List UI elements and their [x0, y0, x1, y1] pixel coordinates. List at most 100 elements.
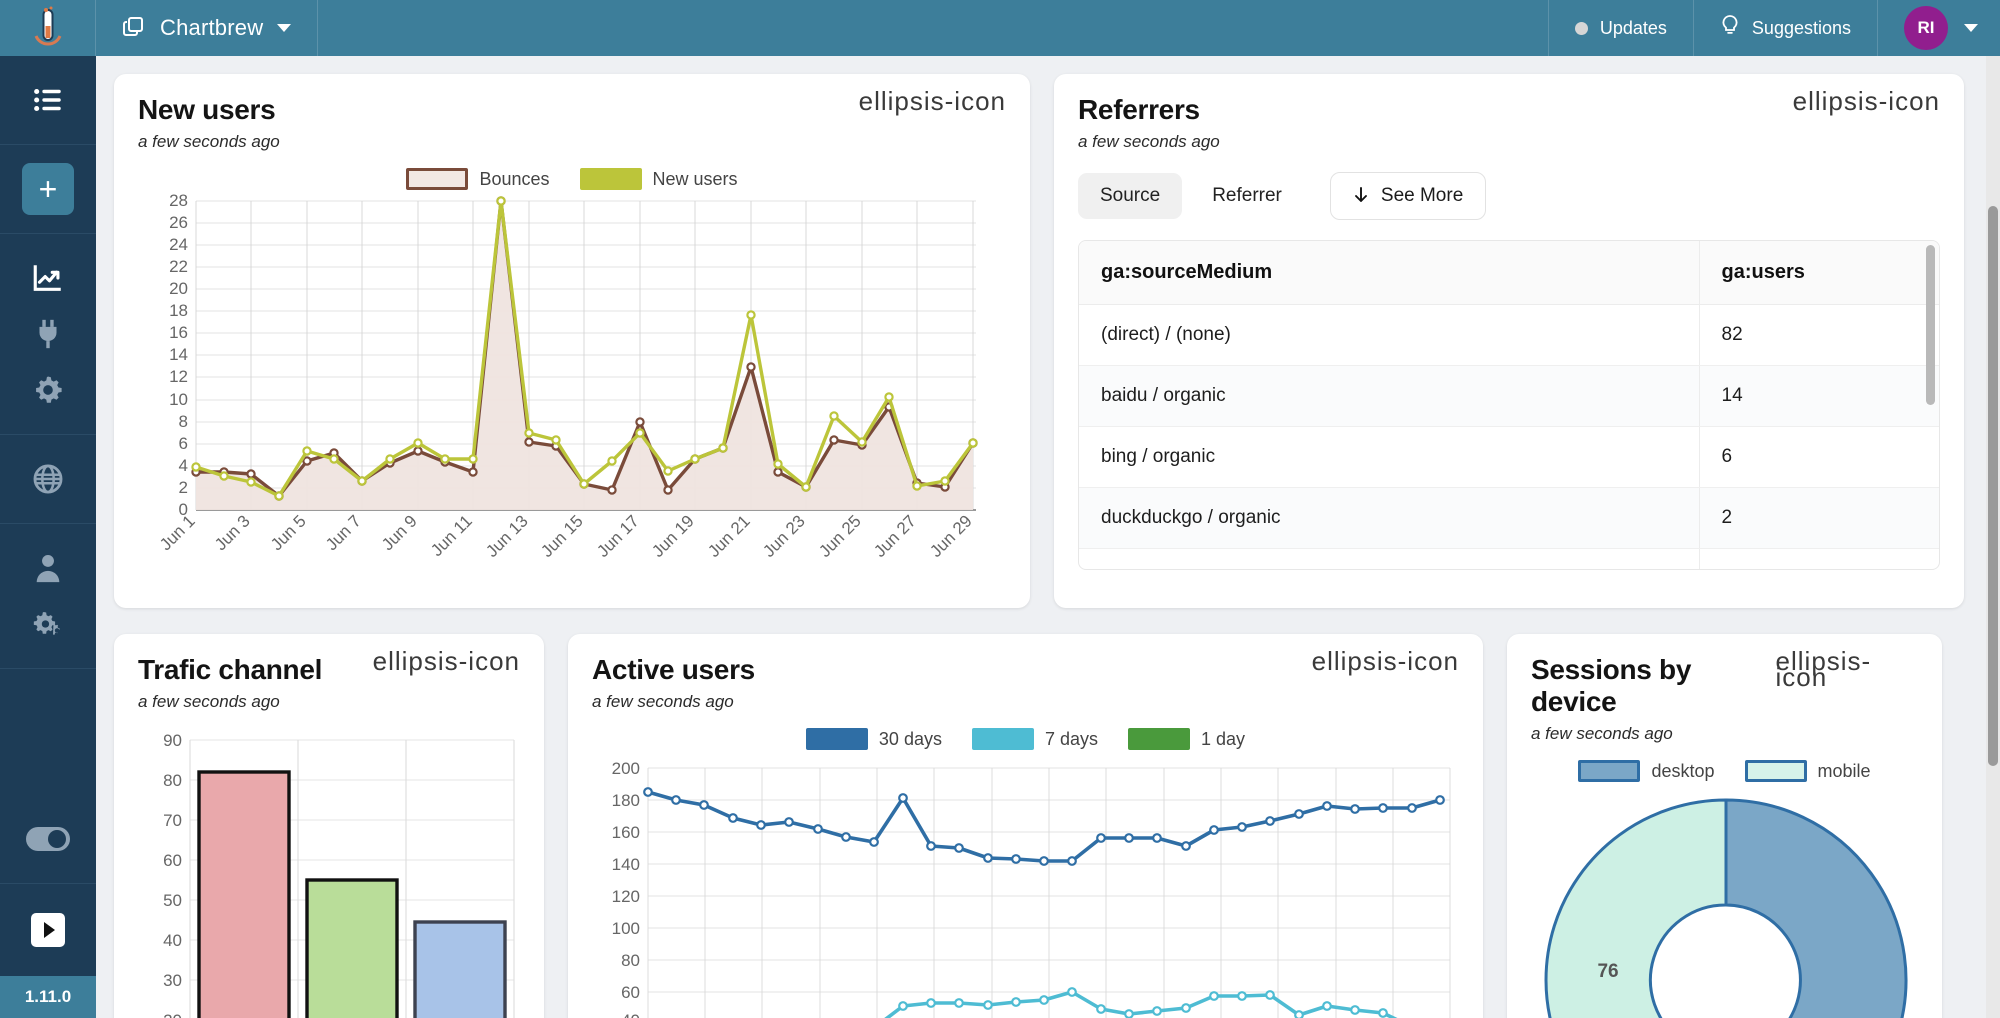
cell-source: bing / organic	[1079, 426, 1699, 488]
legend-item-30-days[interactable]: 30 days	[805, 728, 942, 750]
sidebar-item-team-settings[interactable]	[0, 596, 96, 652]
sessions-by-device-donut-chart: 76 113	[1544, 798, 1908, 1018]
see-more-button[interactable]: See More	[1329, 172, 1487, 220]
sidebar-item-team-members[interactable]	[0, 540, 96, 596]
sidebar-item-expand[interactable]	[0, 902, 96, 958]
updates-button[interactable]: Updates	[1547, 0, 1693, 56]
svg-text:26: 26	[169, 213, 188, 232]
table-row[interactable]: facebook.com / referral 1	[1079, 548, 1939, 569]
svg-text:Jun 27: Jun 27	[870, 511, 920, 561]
chartbrew-logo[interactable]	[0, 0, 96, 56]
plus-icon[interactable]: +	[22, 163, 74, 215]
svg-text:Jun 21: Jun 21	[704, 511, 754, 561]
ellipsis-icon[interactable]: ellipsis-icon	[1793, 88, 1940, 113]
sidebar-group-create: +	[0, 145, 96, 234]
column-header-users[interactable]: ga:users	[1698, 241, 1939, 305]
svg-text:100: 100	[612, 919, 640, 938]
sidebar-group-project	[0, 234, 96, 435]
table-row[interactable]: duckduckgo / organic 2	[1079, 487, 1939, 549]
svg-text:10: 10	[169, 390, 188, 409]
user-menu[interactable]: RI	[1877, 0, 2000, 56]
svg-text:Jun 11: Jun 11	[427, 511, 476, 560]
sidebar-item-public-dashboard[interactable]	[0, 451, 96, 507]
svg-text:Jun 5: Jun 5	[267, 511, 310, 554]
donut-value-mobile: 76	[1597, 961, 1618, 982]
legend-item-desktop[interactable]: desktop	[1578, 760, 1715, 782]
legend-item-new-users[interactable]: New users	[579, 168, 738, 190]
legend-swatch	[805, 728, 868, 750]
svg-text:2: 2	[179, 478, 188, 497]
legend-swatch	[406, 168, 469, 190]
svg-text:Jun 25: Jun 25	[815, 511, 865, 561]
svg-text:Jun 17: Jun 17	[593, 511, 643, 561]
arrow-down-icon	[1354, 187, 1367, 202]
toggle-icon	[26, 827, 70, 851]
legend-swatch	[579, 168, 642, 190]
suggestions-label: Suggestions	[1751, 17, 1851, 38]
legend-swatch	[1578, 760, 1641, 782]
plug-icon	[39, 319, 57, 349]
tab-referrer[interactable]: Referrer	[1190, 173, 1304, 219]
cell-users: 14	[1698, 365, 1939, 427]
svg-text:6: 6	[179, 434, 188, 453]
legend-item-1-day[interactable]: 1 day	[1128, 728, 1245, 750]
card-header: Trafic channel a few seconds ago ellipsi…	[138, 648, 520, 712]
svg-text:22: 22	[169, 257, 188, 276]
ellipsis-icon[interactable]: ellipsis-icon	[373, 648, 520, 673]
chevron-down-icon[interactable]	[1964, 24, 1978, 32]
svg-text:20: 20	[169, 279, 188, 298]
table-row[interactable]: (direct) / (none) 82	[1079, 304, 1939, 366]
sidebar-item-charts[interactable]	[0, 250, 96, 306]
chart-legend: desktop mobile	[1531, 760, 1918, 782]
table-row[interactable]: bing / organic 6	[1079, 426, 1939, 488]
card-title: Referrers	[1078, 94, 1200, 125]
svg-text:120: 120	[612, 887, 640, 906]
svg-text:50: 50	[163, 891, 182, 910]
new-users-line-chart: 28 26 24 22 20 18 16 14 12 10 8 6 4 2 0	[156, 191, 978, 561]
gears-icon	[33, 611, 60, 635]
cell-users: 82	[1698, 304, 1939, 366]
ellipsis-icon[interactable]: ellipsis-icon	[859, 88, 1006, 113]
sidebar-item-dashboards[interactable]	[0, 72, 96, 128]
app-version: 1.11.0	[0, 976, 96, 1018]
sidebar-item-connections[interactable]	[0, 306, 96, 362]
legend-item-7-days[interactable]: 7 days	[971, 728, 1098, 750]
avatar[interactable]: RI	[1904, 6, 1948, 50]
sidebar-item-project-settings[interactable]	[0, 362, 96, 418]
page-scrollbar[interactable]	[1986, 56, 2000, 1018]
svg-text:28: 28	[169, 191, 188, 210]
svg-text:80: 80	[163, 771, 182, 790]
cell-source: duckduckgo / organic	[1079, 487, 1699, 549]
see-more-label: See More	[1380, 185, 1464, 206]
lightbulb-icon	[1720, 14, 1740, 43]
legend-label: Bounces	[479, 168, 550, 189]
chevron-down-icon[interactable]	[277, 24, 292, 32]
card-title: New users	[138, 94, 276, 125]
legend-item-mobile[interactable]: mobile	[1744, 760, 1871, 782]
svg-text:140: 140	[612, 855, 640, 874]
sidebar-item-create-new[interactable]: +	[0, 161, 96, 217]
ellipsis-icon[interactable]: ellipsis-icon	[1776, 648, 1918, 690]
card-referrers: Referrers a few seconds ago ellipsis-ico…	[1054, 74, 1964, 608]
tab-source[interactable]: Source	[1078, 173, 1183, 219]
sidebar-group-expand	[0, 884, 96, 976]
card-header: Sessions by device a few seconds ago ell…	[1531, 648, 1918, 744]
donut-slice-mobile[interactable]	[1544, 798, 1728, 1018]
cell-source: (direct) / (none)	[1079, 304, 1699, 366]
svg-text:24: 24	[169, 235, 188, 254]
project-switcher[interactable]: Chartbrew	[96, 0, 319, 56]
svg-text:180: 180	[612, 791, 640, 810]
page-scrollbar-thumb[interactable]	[1988, 206, 1998, 766]
suggestions-button[interactable]: Suggestions	[1692, 0, 1877, 56]
table-row[interactable]: baidu / organic 14	[1079, 365, 1939, 427]
svg-text:Jun 19: Jun 19	[648, 511, 698, 561]
svg-text:12: 12	[169, 367, 188, 386]
table-scrollbar-thumb[interactable]	[1926, 245, 1935, 405]
column-header-source[interactable]: ga:sourceMedium	[1079, 241, 1699, 305]
gear-icon	[36, 376, 62, 403]
svg-text:4: 4	[179, 456, 188, 475]
svg-text:Jun 13: Jun 13	[482, 511, 532, 561]
legend-item-bounces[interactable]: Bounces	[406, 168, 550, 190]
ellipsis-icon[interactable]: ellipsis-icon	[1312, 648, 1459, 673]
sidebar-item-theme-toggle[interactable]	[0, 811, 96, 867]
